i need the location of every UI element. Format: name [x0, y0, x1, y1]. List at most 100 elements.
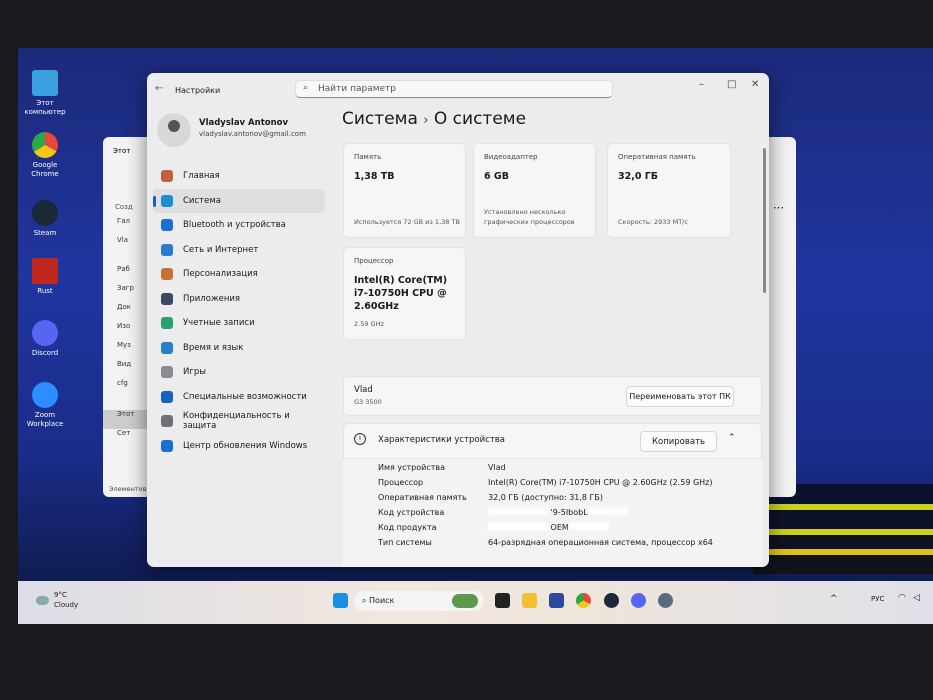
sidebar-item-label: Центр обновления Windows	[183, 440, 308, 451]
sidebar-item-1[interactable]: Система	[153, 188, 325, 213]
sidebar-item-8[interactable]: Игры	[153, 360, 325, 385]
nav-icon	[161, 219, 173, 232]
task-view-icon[interactable]	[495, 593, 510, 608]
sidebar-item-label: Конфиденциальность и защита	[182, 411, 290, 432]
nav-item[interactable]: Раб	[103, 265, 147, 284]
desktop-icon-zoom[interactable]: Zoom Workplace	[22, 382, 68, 429]
sidebar-item-7[interactable]: Время и язык	[153, 336, 325, 361]
device-specs-header[interactable]: i Характеристики устройства Копировать ⌃	[343, 423, 762, 459]
search-input[interactable]: ⌕ Найти параметр	[295, 80, 613, 98]
pc-name-panel: Vlad G3 3500 Переименовать этот ПК	[343, 376, 762, 416]
sidebar-item-11[interactable]: Центр обновления Windows	[153, 434, 325, 459]
spec-key: Код устройства	[378, 508, 445, 517]
discord-icon[interactable]	[631, 593, 646, 608]
chevron-up-icon[interactable]: ^	[830, 594, 838, 604]
nav-icon	[161, 439, 173, 452]
nav-item[interactable]: cfg	[103, 379, 147, 398]
more-icon[interactable]: ⋯	[773, 201, 784, 214]
desktop: Этот компьютер Google Chrome Steam Rust …	[18, 48, 933, 624]
close-button[interactable]: ✕	[751, 79, 759, 90]
file-explorer-icon[interactable]	[522, 593, 537, 608]
steam-icon[interactable]	[604, 593, 619, 608]
title-bar: ← Настройки ⌕ Найти параметр – □ ✕	[147, 73, 769, 105]
nav-item[interactable]: Сет	[103, 429, 147, 448]
sidebar-item-label: Система	[183, 195, 221, 206]
spec-row: Имя устройства Vlad	[378, 460, 713, 475]
storage-card[interactable]: Память 1,38 TB Используется 72 GB из 1,38 …	[343, 143, 466, 238]
nav-item[interactable]: Муз	[103, 341, 147, 360]
nav-item[interactable]: Вид	[103, 360, 147, 379]
desktop-icon-rust[interactable]: Rust	[22, 258, 68, 296]
volume-icon[interactable]: ◁	[913, 593, 920, 603]
chrome-icon[interactable]	[576, 593, 591, 608]
sidebar-item-10[interactable]: Конфиденциальность и защита	[153, 409, 325, 434]
desktop-icon-this-pc[interactable]: Этот компьютер	[22, 70, 68, 117]
storage-value: 1,38 TB	[354, 171, 395, 182]
spec-row: Код продукта OEM	[378, 520, 713, 535]
nav-item[interactable]: Vla	[103, 236, 147, 255]
sidebar-item-0[interactable]: Главная	[153, 164, 325, 189]
rust-icon	[32, 258, 58, 284]
sidebar-item-label: Главная	[183, 171, 220, 182]
info-icon: i	[354, 433, 366, 445]
device-specs-title: Характеристики устройства	[378, 435, 505, 445]
desktop-icon-steam[interactable]: Steam	[22, 200, 68, 238]
sidebar-item-label: Персонализация	[183, 269, 258, 280]
sidebar-item-4[interactable]: Персонализация	[153, 262, 325, 287]
nav-icon	[161, 268, 173, 281]
user-email: vladyslav.antonov@gmail.com	[199, 130, 306, 138]
store-icon[interactable]	[549, 593, 564, 608]
wallpaper-city	[753, 484, 933, 574]
desktop-icon-discord[interactable]: Discord	[22, 320, 68, 358]
copy-button[interactable]: Копировать	[640, 431, 717, 452]
gpu-header: Видеоадаптер	[484, 153, 538, 161]
sidebar-item-6[interactable]: Учетные записи	[153, 311, 325, 336]
nav-icon	[161, 366, 173, 379]
scrollbar[interactable]	[763, 148, 766, 293]
nav-icon	[161, 317, 173, 330]
spec-key: Имя устройства	[378, 463, 446, 472]
gpu-footer: Установлено несколько графических процес…	[484, 208, 575, 226]
search-icon: ⌕	[362, 596, 370, 605]
nav-item[interactable]: Гал	[103, 217, 147, 236]
sidebar-item-5[interactable]: Приложения	[153, 287, 325, 312]
desktop-icon-chrome[interactable]: Google Chrome	[22, 132, 68, 179]
sidebar-item-3[interactable]: Сеть и Интернет	[153, 238, 325, 263]
zoom-icon	[32, 382, 58, 408]
explorer-status: Элементов	[109, 485, 147, 493]
nav-item[interactable]: Загр	[103, 284, 147, 303]
gpu-card[interactable]: Видеоадаптер 6 GB Установлено несколько гр…	[473, 143, 596, 238]
start-icon[interactable]	[333, 593, 348, 608]
nav-icon	[161, 415, 173, 428]
wifi-icon[interactable]: ◠	[898, 593, 906, 603]
spec-value: '9-5IbobL	[488, 505, 628, 520]
cpu-card[interactable]: Процессор Intel(R) Core(TM) i7-10750H CPU…	[343, 247, 466, 340]
breadcrumb-parent[interactable]: Система	[342, 109, 418, 129]
rename-pc-button[interactable]: Переименовать этот ПК	[626, 386, 734, 407]
nav-item[interactable]: Док	[103, 303, 147, 322]
explorer-tab[interactable]: Этот	[113, 147, 130, 155]
spec-row: Процессор Intel(R) Core(TM) i7-10750H CPU…	[378, 475, 713, 490]
explorer-nav: Гал Vla Раб Загр Док Изо Муз Вид cfg Это…	[103, 217, 147, 448]
search-highlight-icon	[452, 594, 478, 608]
nav-item[interactable]: Изо	[103, 322, 147, 341]
sidebar-item-2[interactable]: Bluetooth и устройства	[153, 213, 325, 238]
cloud-icon	[36, 596, 49, 605]
weather-temp[interactable]: 9°C	[54, 591, 67, 599]
ram-footer: Скорость: 2933 MT/с	[618, 218, 688, 226]
taskbar-search[interactable]: ⌕ Поиск	[354, 591, 484, 611]
sidebar-item-9[interactable]: Специальные возможности	[153, 385, 325, 410]
back-arrow-icon[interactable]: ←	[155, 83, 163, 94]
language-indicator[interactable]: РУС	[871, 595, 884, 603]
spec-key: Оперативная память	[378, 493, 467, 502]
nav-item[interactable]: Этот	[103, 410, 147, 429]
breadcrumb-current: О системе	[433, 109, 527, 129]
explorer-create-button[interactable]: Созд	[115, 203, 133, 211]
spec-key: Код продукта	[378, 523, 437, 532]
ram-card[interactable]: Оперативная память 32,0 ГБ Скорость: 2933 …	[607, 143, 731, 238]
weather-text[interactable]: Cloudy	[54, 601, 78, 609]
settings-gear-icon[interactable]	[658, 593, 673, 608]
minimize-button[interactable]: –	[699, 79, 704, 90]
chevron-up-icon[interactable]: ⌃	[728, 433, 736, 443]
maximize-button[interactable]: □	[727, 79, 736, 90]
